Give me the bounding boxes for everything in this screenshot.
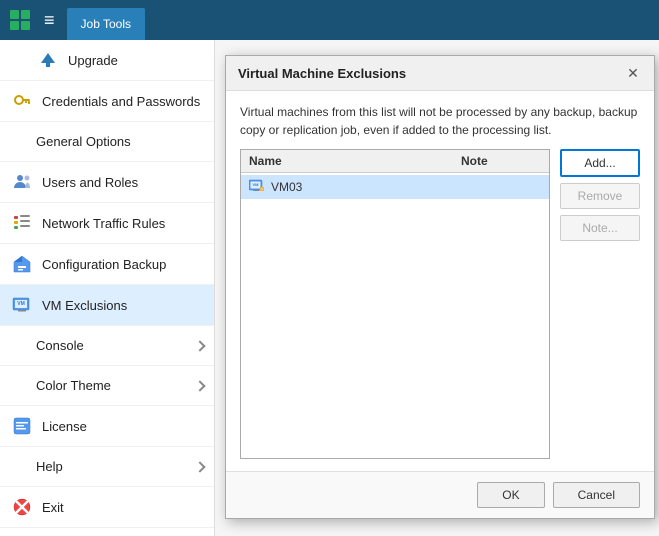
vm-list-item[interactable]: VM VM03 [241,175,549,199]
remove-button[interactable]: Remove [560,183,640,209]
vm-list-body: VM VM03 [241,173,549,201]
sidebar-item-console[interactable]: Console [0,326,214,366]
sidebar: Upgrade Credentials and Passwords Genera… [0,40,215,536]
add-button[interactable]: Add... [560,149,640,177]
note-button[interactable]: Note... [560,215,640,241]
exit-icon [10,495,34,519]
vm-exclusions-icon: VM [10,293,34,317]
key-icon [10,89,34,113]
help-chevron-icon [194,461,205,472]
main-content: Virtual Machine Exclusions ✕ Virtual mac… [215,40,659,536]
upgrade-icon [36,48,60,72]
column-note-header: Note [461,154,541,168]
vm-item-name: VM03 [271,180,461,194]
console-label: Console [36,338,196,353]
svg-text:VM: VM [253,182,260,187]
cancel-button[interactable]: Cancel [553,482,640,508]
svg-text:VM: VM [17,301,25,307]
vm-exclusions-dialog: Virtual Machine Exclusions ✕ Virtual mac… [225,55,655,519]
console-chevron-icon [194,340,205,351]
general-label: General Options [36,134,204,149]
column-name-header: Name [249,154,461,168]
toolbar: ≡ Job Tools [0,0,659,40]
app-logo-icon [8,8,32,32]
hamburger-menu-icon[interactable]: ≡ [38,6,61,35]
sidebar-item-users[interactable]: Users and Roles [0,162,214,203]
upgrade-label: Upgrade [68,53,204,68]
sidebar-item-upgrade[interactable]: Upgrade [0,40,214,81]
sidebar-item-vm-exclusions[interactable]: VM VM Exclusions [0,285,214,326]
users-label: Users and Roles [42,175,204,190]
sidebar-item-help[interactable]: Help [0,447,214,487]
exit-label: Exit [42,500,204,515]
dialog-action-buttons: Add... Remove Note... [560,149,640,459]
license-icon [10,414,34,438]
ok-button[interactable]: OK [477,482,544,508]
app-window: ≡ Job Tools Upgrade [0,0,659,536]
vm-item-icon: VM [249,179,265,195]
dialog-footer: OK Cancel [226,471,654,518]
sidebar-item-credentials[interactable]: Credentials and Passwords [0,81,214,122]
sidebar-item-config-backup[interactable]: Configuration Backup [0,244,214,285]
job-tools-tab[interactable]: Job Tools [67,8,145,40]
sidebar-item-license[interactable]: License [0,406,214,447]
network-icon [10,211,34,235]
network-label: Network Traffic Rules [42,216,204,231]
sidebar-item-exit[interactable]: Exit [0,487,214,528]
license-label: License [42,419,204,434]
dialog-description: Virtual machines from this list will not… [240,103,640,139]
sidebar-item-network[interactable]: Network Traffic Rules [0,203,214,244]
dialog-title-bar: Virtual Machine Exclusions ✕ [226,56,654,91]
dialog-body: Virtual machines from this list will not… [226,91,654,471]
sidebar-item-general[interactable]: General Options [0,122,214,162]
users-icon [10,170,34,194]
dialog-content-area: Name Note VM [240,149,640,459]
vm-list-container: Name Note VM [240,149,550,459]
color-theme-chevron-icon [194,380,205,391]
dialog-close-button[interactable]: ✕ [624,64,642,82]
credentials-label: Credentials and Passwords [42,94,204,109]
config-backup-icon [10,252,34,276]
sidebar-item-color-theme[interactable]: Color Theme [0,366,214,406]
help-label: Help [36,459,196,474]
color-theme-label: Color Theme [36,378,196,393]
vm-exclusions-label: VM Exclusions [42,298,204,313]
dialog-title: Virtual Machine Exclusions [238,66,406,81]
config-backup-label: Configuration Backup [42,257,204,272]
vm-list-header: Name Note [241,150,549,173]
